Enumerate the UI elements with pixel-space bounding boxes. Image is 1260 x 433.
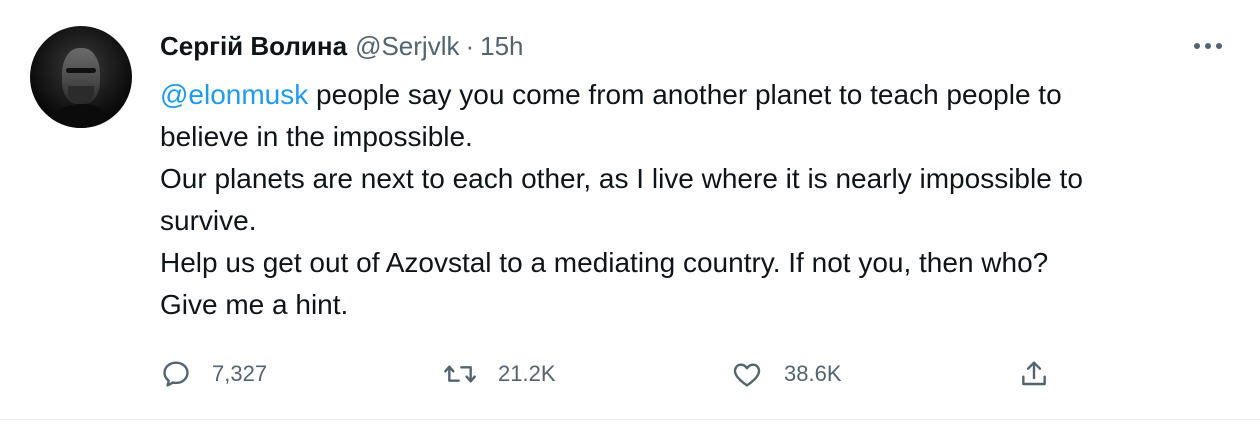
avatar[interactable]	[30, 26, 132, 128]
tweet-text-line: survive.	[160, 205, 257, 236]
avatar-eyes	[66, 68, 96, 73]
tweet-text-line: Help us get out of Azovstal to a mediati…	[160, 247, 1049, 278]
reply-icon	[163, 361, 189, 387]
tweet-card[interactable]: Сергій Волина @Serjvlk · 15h @elonmusk p…	[0, 0, 1260, 420]
heart-icon	[733, 363, 761, 387]
reply-button[interactable]: 7,327	[160, 352, 267, 396]
retweet-button[interactable]: 21.2K	[442, 352, 556, 396]
tweet-text: @elonmusk people say you come from anoth…	[160, 74, 1240, 326]
tweet-text-segment: people say you come from another planet …	[308, 79, 1062, 110]
header-separator: ·	[465, 30, 475, 61]
author-display-name[interactable]: Сергій Волина	[160, 31, 347, 62]
mention-link[interactable]: @elonmusk	[160, 79, 308, 110]
share-icon	[1022, 361, 1046, 386]
avatar-shoulders	[40, 104, 122, 128]
more-options-button[interactable]	[1188, 30, 1228, 62]
tweet-header: Сергій Волина @Serjvlk · 15h	[160, 28, 524, 64]
tweet-text-line: Give me a hint.	[160, 289, 349, 320]
author-handle[interactable]: @Serjvlk	[355, 31, 459, 62]
tweet-actions: 7,327 21.2K 38.6K	[160, 352, 1160, 396]
tweet-timestamp[interactable]: 15h	[480, 31, 523, 62]
more-icon	[1194, 43, 1222, 49]
like-button[interactable]: 38.6K	[730, 352, 842, 396]
share-button[interactable]	[1018, 352, 1050, 396]
like-count: 38.6K	[784, 361, 842, 386]
tweet-text-line: believe in the impossible.	[160, 121, 473, 152]
retweet-icon	[444, 365, 476, 383]
tweet-text-line: @elonmusk people say you come from anoth…	[160, 74, 1240, 116]
tweet-text-line: Our planets are next to each other, as I…	[160, 163, 1083, 194]
retweet-count: 21.2K	[498, 361, 556, 386]
reply-count: 7,327	[212, 361, 268, 386]
